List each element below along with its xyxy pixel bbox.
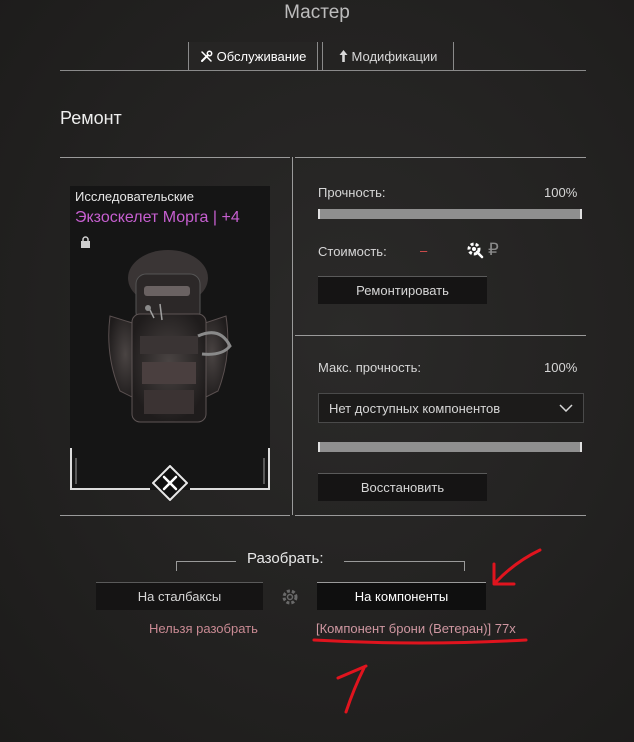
stalbucks-note: Нельзя разобрать: [149, 621, 258, 636]
cost-value: –: [420, 243, 428, 258]
tab-bar-divider: [60, 70, 586, 71]
durability-value: 100%: [544, 185, 578, 200]
tab-modifications-label: Модификации: [351, 48, 438, 64]
item-rarity: Исследовательские: [75, 189, 195, 204]
panel-divider: [60, 157, 290, 158]
repair-button-label: Ремонтировать: [356, 283, 449, 298]
red-arrowhead: [492, 562, 516, 586]
durability-bar: [318, 209, 582, 219]
cost-label: Стоимость:: [318, 244, 387, 259]
item-name: Экзоскелет Морга | +4: [75, 209, 240, 227]
red-arrow-up: [344, 666, 366, 714]
disassemble-icon: [151, 464, 189, 502]
disassemble-stalbucks-label: На сталбаксы: [137, 589, 222, 604]
disassemble-divider: [344, 561, 464, 562]
repair-button[interactable]: Ремонтировать: [318, 276, 487, 304]
restore-button[interactable]: Восстановить: [318, 473, 487, 501]
panel-divider: [295, 335, 586, 336]
wrench-icon: [200, 50, 213, 62]
disassemble-divider: [176, 561, 236, 562]
ruble-icon: ₽: [488, 240, 499, 259]
card-frame: [70, 448, 270, 490]
components-dropdown[interactable]: Нет доступных компонентов: [318, 393, 584, 423]
repair-kit-icon: [467, 242, 484, 259]
components-dropdown-value: Нет доступных компонентов: [329, 400, 501, 416]
item-upgrade-level: | +4: [212, 209, 240, 226]
item-card[interactable]: [70, 186, 270, 502]
chevron-down-icon: [559, 404, 573, 412]
item-name-text: Экзоскелет Морга: [75, 209, 209, 226]
disassemble-components-button[interactable]: На компоненты: [317, 582, 486, 610]
panel-divider: [60, 515, 290, 516]
tab-maintenance[interactable]: Обслуживание: [188, 42, 318, 70]
window-title: Мастер: [284, 2, 350, 23]
section-title: Ремонт: [60, 108, 122, 128]
red-arrow-to-button: [494, 548, 542, 584]
disassemble-components-label: На компоненты: [354, 589, 449, 604]
disassemble-divider: [176, 561, 177, 571]
red-underline: [312, 638, 528, 645]
max-durability-bar: [318, 442, 582, 452]
max-durability-label: Макс. прочность:: [318, 360, 421, 375]
tab-modifications[interactable]: Модификации: [322, 42, 454, 70]
red-arrowhead-up: [336, 664, 368, 680]
max-durability-value: 100%: [544, 360, 578, 375]
panel-divider: [295, 515, 586, 516]
gear-icon: [282, 589, 298, 605]
disassemble-stalbucks-button[interactable]: На сталбаксы: [96, 582, 263, 610]
disassemble-label: Разобрать:: [247, 550, 324, 567]
lock-icon: [81, 236, 90, 248]
panel-divider: [295, 157, 586, 158]
upgrade-arrow-icon: [339, 50, 348, 62]
components-yield: [Компонент брони (Ветеран)] 77x: [316, 621, 516, 636]
durability-label: Прочность:: [318, 185, 386, 200]
restore-button-label: Восстановить: [360, 480, 445, 495]
disassemble-divider: [464, 561, 465, 571]
tab-maintenance-label: Обслуживание: [216, 48, 307, 64]
panel-divider: [292, 157, 293, 515]
